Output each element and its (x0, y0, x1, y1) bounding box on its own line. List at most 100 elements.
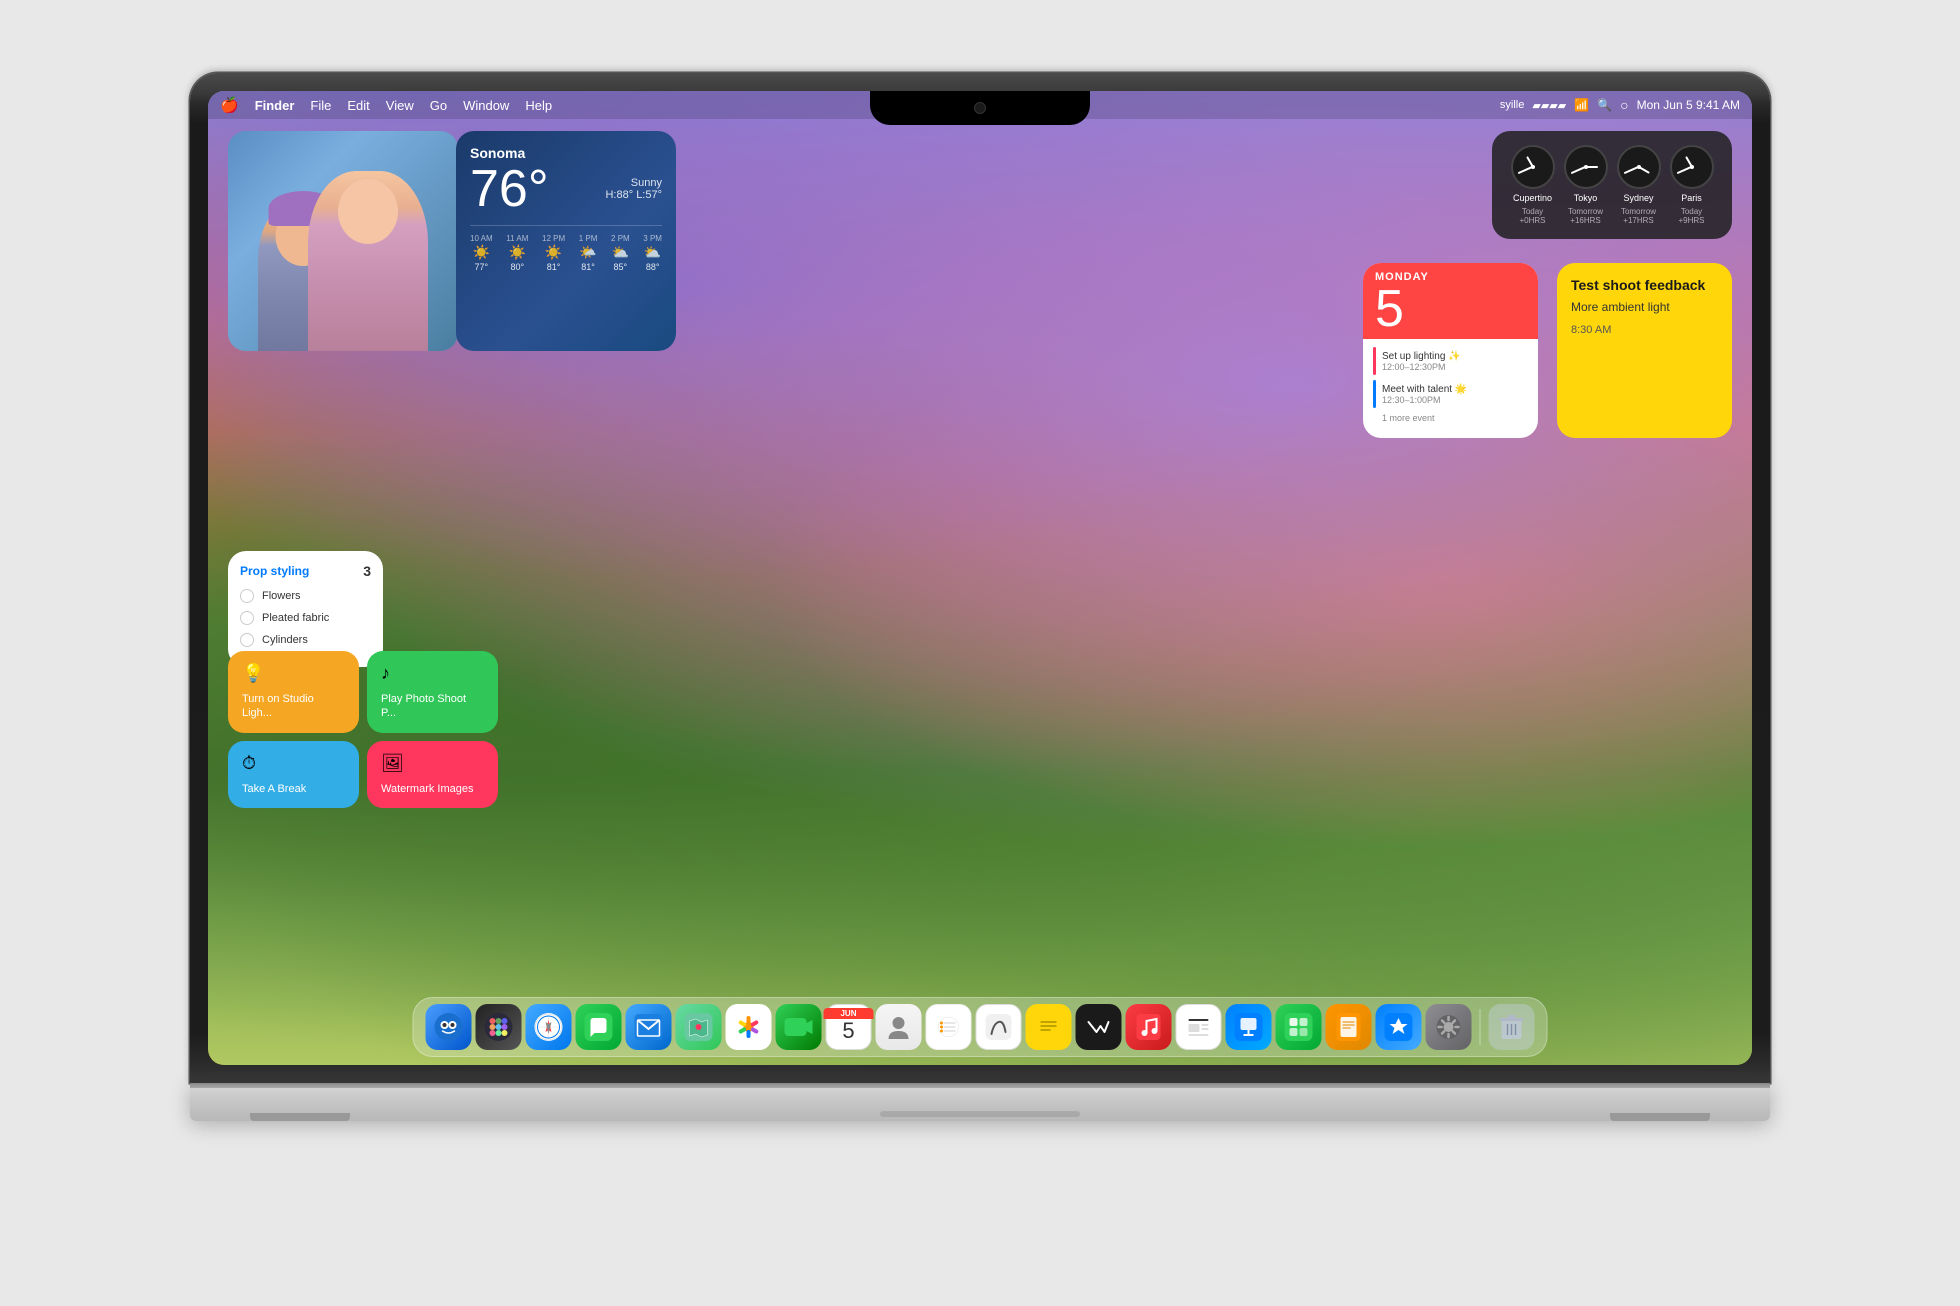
event-time: 12:00–12:30PM (1382, 362, 1461, 372)
forecast-2pm: 2 PM ⛅ 85° (611, 234, 630, 272)
dock-mail[interactable] (626, 1004, 672, 1050)
clock-city-label: Cupertino (1513, 193, 1552, 203)
dock-photos[interactable] (726, 1004, 772, 1050)
dock-maps[interactable] (676, 1004, 722, 1050)
event-details: Meet with talent 🌟 12:30–1:00PM (1382, 384, 1467, 405)
macbook-foot-left (250, 1113, 350, 1121)
dock-appstore[interactable] (1376, 1004, 1422, 1050)
weather-condition: Sunny (605, 177, 662, 189)
calendar-more: 1 more event (1373, 413, 1528, 423)
shortcut-play-music[interactable]: ♪ Play Photo Shoot P... (367, 651, 498, 733)
weather-forecast: 10 AM ☀️ 77° 11 AM ☀️ 80° 12 PM ☀️ 8 (470, 225, 662, 272)
clock-day-label: Tomorrow+17HRS (1621, 207, 1656, 225)
reminder-1: Flowers (240, 589, 371, 603)
calendar-widget: MONDAY 5 Set up lighting ✨ 12:00–12:30PM (1363, 263, 1538, 438)
shortcut-watermark[interactable]: 🖼 Watermark Images (367, 741, 498, 808)
wifi-icon[interactable]: 📶 (1574, 98, 1589, 112)
weather-temp: 76° (470, 163, 549, 215)
dock-keynote[interactable] (1226, 1004, 1272, 1050)
macbook-hinge (190, 1083, 1770, 1088)
menu-edit[interactable]: Edit (347, 98, 369, 113)
center-dot (1637, 165, 1641, 169)
event-time: 12:30–1:00PM (1382, 395, 1467, 405)
shortcut-take-break[interactable]: ⏱ Take A Break (228, 741, 359, 808)
reminders-count: 3 (363, 563, 371, 579)
reminders-title: Prop styling (240, 564, 309, 578)
battery-icon: ▰▰▰▰ (1532, 99, 1566, 112)
dock-systemprefs[interactable] (1426, 1004, 1472, 1050)
app-name[interactable]: Finder (255, 98, 295, 113)
shortcuts-widget: 💡 Turn on Studio Ligh... ♪ Play Photo Sh… (228, 651, 498, 808)
weather-city: Sonoma (470, 145, 662, 161)
dock-finder[interactable] (426, 1004, 472, 1050)
notes-time: 8:30 AM (1571, 324, 1718, 336)
analog-clock-paris (1670, 145, 1714, 189)
dock-numbers[interactable] (1276, 1004, 1322, 1050)
clock-tokyo: Tokyo Tomorrow+16HRS (1564, 145, 1608, 225)
shortcut-label: Turn on Studio Ligh... (242, 692, 345, 721)
forecast-12pm: 12 PM ☀️ 81° (542, 234, 565, 272)
analog-clock-sydney (1617, 145, 1661, 189)
clock-city-label: Tokyo (1574, 193, 1598, 203)
clock-day-label: Tomorrow+16HRS (1568, 207, 1603, 225)
forecast-10am: 10 AM ☀️ 77° (470, 234, 493, 272)
dock: JUN 5 (413, 997, 1548, 1057)
event-dot (1373, 347, 1376, 375)
person-adult (308, 171, 428, 351)
menu-file[interactable]: File (310, 98, 331, 113)
datetime: Mon Jun 5 9:41 AM (1637, 98, 1740, 112)
macbook-feet (250, 1113, 1710, 1121)
siri-icon[interactable]: ○ (1620, 97, 1628, 113)
dock-pages[interactable] (1326, 1004, 1372, 1050)
menu-help[interactable]: Help (525, 98, 552, 113)
macbook-base (190, 1083, 1770, 1121)
event-dot (1373, 380, 1376, 408)
dock-contacts[interactable] (876, 1004, 922, 1050)
dock-trash[interactable] (1489, 1004, 1535, 1050)
dock-facetime[interactable] (776, 1004, 822, 1050)
shortcuts-grid: 💡 Turn on Studio Ligh... ♪ Play Photo Sh… (228, 651, 498, 808)
reminder-circle (240, 611, 254, 625)
center-dot (1690, 165, 1694, 169)
clock-day-label: Today+0HRS (1519, 207, 1545, 225)
reminder-3: Cylinders (240, 633, 371, 647)
calendar-header: MONDAY 5 (1363, 263, 1538, 339)
menu-window[interactable]: Window (463, 98, 509, 113)
camera (974, 102, 986, 114)
shortcut-studio-light[interactable]: 💡 Turn on Studio Ligh... (228, 651, 359, 733)
dock-launchpad[interactable] (476, 1004, 522, 1050)
reminder-text: Cylinders (262, 634, 308, 646)
macbook: 🍎 Finder File Edit View Go Window Help s… (190, 73, 1770, 1233)
dock-news[interactable] (1176, 1004, 1222, 1050)
calendar-event-2: Meet with talent 🌟 12:30–1:00PM (1373, 380, 1528, 408)
screen-bezel: 🍎 Finder File Edit View Go Window Help s… (208, 91, 1752, 1065)
menu-view[interactable]: View (386, 98, 414, 113)
calendar-date: 5 (1375, 283, 1526, 335)
weather-hilow: H:88° L:57° (605, 189, 662, 201)
menu-go[interactable]: Go (430, 98, 447, 113)
reminder-circle (240, 589, 254, 603)
notch (870, 91, 1090, 125)
dock-calendar[interactable]: JUN 5 (826, 1004, 872, 1050)
dock-reminders[interactable] (926, 1004, 972, 1050)
dock-freeform[interactable] (976, 1004, 1022, 1050)
search-icon[interactable]: 🔍 (1597, 98, 1612, 112)
forecast-3pm: 3 PM ⛅ 88° (643, 234, 662, 272)
calendar-event-1: Set up lighting ✨ 12:00–12:30PM (1373, 347, 1528, 375)
apple-menu[interactable]: 🍎 (220, 96, 239, 114)
dock-music[interactable] (1126, 1004, 1172, 1050)
dock-notes[interactable] (1026, 1004, 1072, 1050)
dock-safari[interactable] (526, 1004, 572, 1050)
dock-appletv[interactable] (1076, 1004, 1122, 1050)
dock-messages[interactable] (576, 1004, 622, 1050)
clock-cupertino: Cupertino Today+0HRS (1511, 145, 1555, 225)
clock-sydney: Sydney Tomorrow+17HRS (1617, 145, 1661, 225)
notes-content: More ambient light (1571, 299, 1718, 316)
shortcut-icon: 🖼 (381, 753, 484, 774)
menubar-left: 🍎 Finder File Edit View Go Window Help (220, 96, 552, 114)
reminder-text: Pleated fabric (262, 612, 329, 624)
event-title: Set up lighting ✨ (1382, 351, 1461, 362)
battery-indicator: syille (1500, 99, 1524, 111)
notes-title: Test shoot feedback (1571, 277, 1718, 293)
forecast-11am: 11 AM ☀️ 80° (506, 234, 528, 272)
